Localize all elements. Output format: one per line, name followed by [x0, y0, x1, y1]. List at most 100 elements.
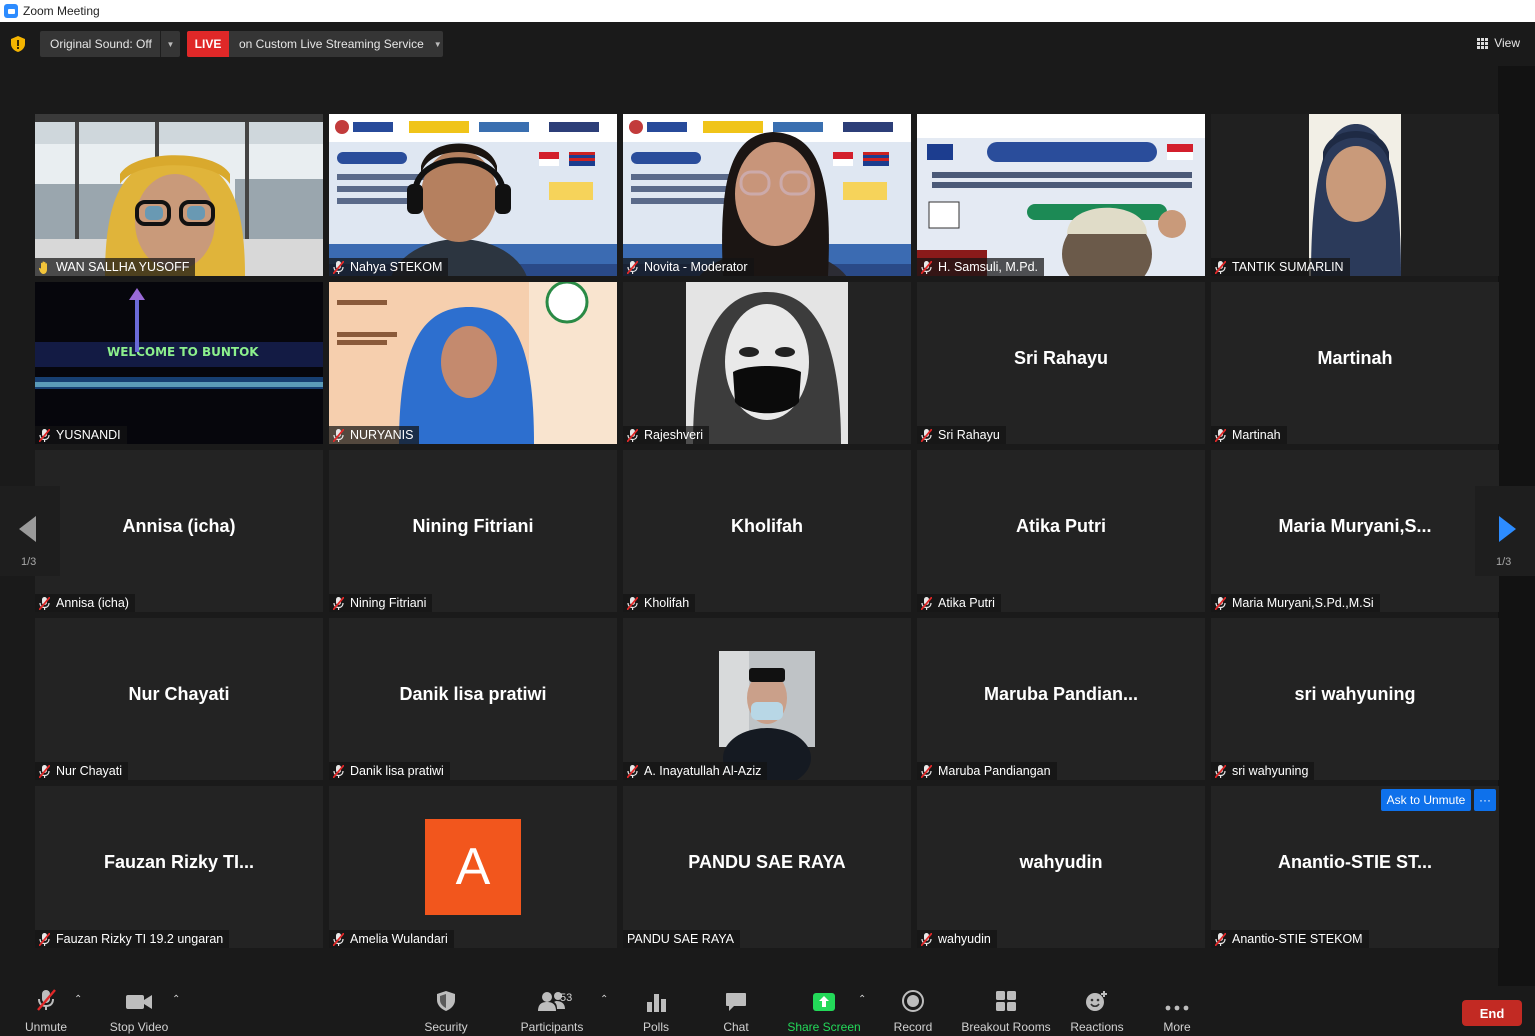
- live-stream-text: on Custom Live Streaming Service: [239, 37, 424, 51]
- polls-button[interactable]: Polls: [636, 986, 676, 1036]
- participant-name-label: Nining Fitriani: [329, 594, 433, 612]
- participant-name-label: Nahya STEKOM: [329, 258, 449, 276]
- participant-tile[interactable]: TANTIK SUMARLIN: [1211, 114, 1499, 276]
- more-button[interactable]: More: [1157, 986, 1197, 1036]
- participant-name: Atika Putri: [938, 596, 995, 610]
- microphone-muted-icon: [920, 763, 933, 779]
- participant-tile[interactable]: Fauzan Rizky TI... Fauzan Rizky TI 19.2 u…: [35, 786, 323, 948]
- microphone-muted-icon: [332, 931, 345, 947]
- tile-more-options-button[interactable]: ···: [1474, 789, 1496, 811]
- participant-tile[interactable]: Martinah Martinah: [1211, 282, 1499, 444]
- participant-name: TANTIK SUMARLIN: [1232, 260, 1344, 274]
- participant-tile[interactable]: Rajeshveri: [623, 282, 911, 444]
- participant-display-name: Maruba Pandian...: [983, 684, 1139, 704]
- record-label: Record: [893, 1020, 933, 1034]
- microphone-muted-icon: [332, 595, 345, 611]
- participant-tile[interactable]: Atika Putri Atika Putri: [917, 450, 1205, 612]
- stop-video-button[interactable]: Stop Video: [109, 986, 169, 1036]
- participant-video: [917, 114, 1205, 276]
- reactions-button[interactable]: Reactions: [1069, 986, 1125, 1036]
- participant-tile[interactable]: WAN SALLHA YUSOFF: [35, 114, 323, 276]
- microphone-muted-icon: [332, 427, 345, 443]
- end-meeting-button[interactable]: End: [1462, 1000, 1522, 1026]
- live-badge: LIVE: [187, 31, 229, 57]
- original-sound-button[interactable]: Original Sound: Off ▼: [40, 31, 180, 57]
- reactions-label: Reactions: [1070, 1020, 1124, 1034]
- security-button[interactable]: Security: [424, 986, 468, 1036]
- participant-video: [1211, 114, 1499, 276]
- participant-video: WELCOME TO BUNTOK: [35, 282, 323, 444]
- more-dots-icon: [1157, 986, 1197, 1014]
- participants-button[interactable]: 53 Participants: [520, 986, 584, 1036]
- record-button[interactable]: Record: [893, 986, 933, 1036]
- participant-tile[interactable]: Kholifah Kholifah: [623, 450, 911, 612]
- title-bar: Zoom Meeting: [0, 0, 1535, 22]
- participant-tile[interactable]: Novita - Moderator: [623, 114, 911, 276]
- share-options-caret[interactable]: ⌃: [858, 994, 866, 1005]
- share-screen-button[interactable]: Share Screen: [787, 986, 861, 1036]
- shield-icon[interactable]: [11, 36, 25, 52]
- participant-tile[interactable]: sri wahyuning sri wahyuning: [1211, 618, 1499, 780]
- participant-name-label: TANTIK SUMARLIN: [1211, 258, 1350, 276]
- security-label: Security: [424, 1020, 468, 1034]
- participant-tile[interactable]: Annisa (icha) Annisa (icha): [35, 450, 323, 612]
- participant-tile[interactable]: Nining Fitriani Nining Fitriani: [329, 450, 617, 612]
- arrow-left-icon: [19, 516, 36, 542]
- microphone-muted-icon: [626, 763, 639, 779]
- participant-tile[interactable]: Nur Chayati Nur Chayati: [35, 618, 323, 780]
- participant-name-label: Nur Chayati: [35, 762, 128, 780]
- next-page-button[interactable]: 1/3: [1475, 486, 1535, 576]
- chevron-down-icon[interactable]: ▼: [434, 40, 442, 49]
- participant-video: [35, 114, 323, 276]
- microphone-muted-icon: [332, 259, 345, 275]
- microphone-muted-icon: [38, 595, 51, 611]
- participant-tile[interactable]: Maria Muryani,S... Maria Muryani,S.Pd.,M.…: [1211, 450, 1499, 612]
- participant-tile[interactable]: wahyudin wahyudin: [917, 786, 1205, 948]
- ask-to-unmute-button[interactable]: Ask to Unmute: [1381, 789, 1471, 811]
- breakout-rooms-button[interactable]: Breakout Rooms: [960, 986, 1052, 1036]
- stop-video-label: Stop Video: [109, 1020, 169, 1034]
- participant-name: NURYANIS: [350, 428, 414, 442]
- participant-tile[interactable]: NURYANIS: [329, 282, 617, 444]
- participant-tile[interactable]: Nahya STEKOM: [329, 114, 617, 276]
- participant-display-name: Danik lisa pratiwi: [399, 684, 547, 704]
- microphone-muted-icon: [38, 427, 51, 443]
- previous-page-button[interactable]: 1/3: [0, 486, 60, 576]
- participant-video: [329, 114, 617, 276]
- grid-icon: [1477, 37, 1489, 49]
- chevron-down-icon[interactable]: ▼: [160, 31, 180, 57]
- chat-button[interactable]: Chat: [716, 986, 756, 1036]
- participant-name-label: Novita - Moderator: [623, 258, 754, 276]
- unmute-button[interactable]: Unmute: [25, 986, 67, 1036]
- microphone-muted-icon: [38, 931, 51, 947]
- participant-name-label: Maria Muryani,S.Pd.,M.Si: [1211, 594, 1380, 612]
- participant-name-label: sri wahyuning: [1211, 762, 1315, 780]
- participant-name: Anantio-STIE STEKOM: [1232, 932, 1363, 946]
- audio-options-caret[interactable]: ⌃: [74, 994, 82, 1005]
- participant-name: Nur Chayati: [56, 764, 122, 778]
- share-screen-label: Share Screen: [787, 1020, 861, 1034]
- participant-tile[interactable]: Danik lisa pratiwi Danik lisa pratiwi: [329, 618, 617, 780]
- participant-name: Nining Fitriani: [350, 596, 427, 610]
- participant-tile[interactable]: Sri Rahayu Sri Rahayu: [917, 282, 1205, 444]
- participant-tile[interactable]: Maruba Pandian... Maruba Pandiangan: [917, 618, 1205, 780]
- participant-name: sri wahyuning: [1232, 764, 1309, 778]
- participant-name: Danik lisa pratiwi: [350, 764, 444, 778]
- participant-tile[interactable]: WELCOME TO BUNTOK YUSNANDI: [35, 282, 323, 444]
- view-button[interactable]: View: [1477, 36, 1520, 50]
- participant-name-label: H. Samsuli, M.Pd.: [917, 258, 1045, 276]
- participant-tile[interactable]: PANDU SAE RAYA PANDU SAE RAYA: [623, 786, 911, 948]
- participant-tile[interactable]: A. Inayatullah Al-Aziz: [623, 618, 911, 780]
- participants-options-caret[interactable]: ⌃: [600, 994, 608, 1005]
- zoom-app-icon: [4, 4, 18, 18]
- video-options-caret[interactable]: ⌃: [172, 994, 180, 1005]
- share-screen-icon: [804, 986, 844, 1014]
- participant-display-name: wahyudin: [1019, 852, 1103, 872]
- participant-name-label: Danik lisa pratiwi: [329, 762, 450, 780]
- participant-name-label: wahyudin: [917, 930, 997, 948]
- participant-tile[interactable]: H. Samsuli, M.Pd.: [917, 114, 1205, 276]
- live-stream-status[interactable]: LIVE on Custom Live Streaming Service ▼: [187, 31, 443, 57]
- participant-tile[interactable]: A Amelia Wulandari: [329, 786, 617, 948]
- participant-name-label: Amelia Wulandari: [329, 930, 454, 948]
- microphone-muted-icon: [920, 931, 933, 947]
